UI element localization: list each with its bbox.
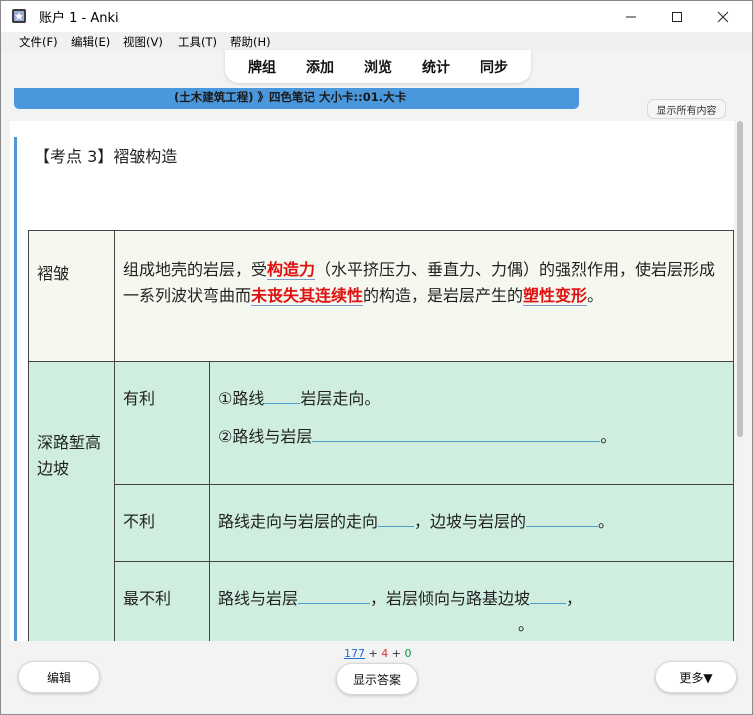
row-label-unfavorable: 不利 [114,484,210,562]
cloze-blank [312,424,601,442]
show-answer-button[interactable]: 显示答案 [336,663,418,695]
menu-view[interactable]: 视图(V) [123,34,163,50]
due-counts: 177 + 4 + 0 [344,647,412,660]
anki-app-icon [12,9,26,23]
table-row: 不利 路线走向与岩层的走向 ，边坡与岩层的。 [29,484,734,562]
more-button[interactable]: 更多▼ [655,661,737,693]
unfavorable-content: 路线走向与岩层的走向 ，边坡与岩层的。 [209,484,734,562]
knowledge-table: 褶皱 组成地壳的岩层，受构造力（水平挤压力、垂直力、力偶）的强烈作用，使岩层形成… [28,230,734,641]
toolbar-browse[interactable]: 浏览 [364,57,392,77]
toolbar-stats[interactable]: 统计 [422,57,450,77]
minimize-icon [626,16,636,17]
deck-path: (土木建筑工程) 》四色笔记 大小卡::01.大卡 [174,90,407,104]
vertical-scrollbar[interactable] [736,121,744,641]
edit-button[interactable]: 编辑 [18,661,100,693]
window-title: 账户 1 - Anki [39,11,119,26]
minimize-button[interactable] [608,1,654,32]
cloze-blank [264,386,301,404]
cloze-blank [378,509,415,527]
deck-path-bar: (土木建筑工程) 》四色笔记 大小卡::01.大卡 [14,88,579,109]
menu-edit[interactable]: 编辑(E) [71,34,110,50]
maximize-icon [672,11,682,22]
card-accent-bar [14,137,17,641]
learn-count: 4 [381,647,389,660]
show-all-button[interactable]: 显示所有内容 [647,99,726,119]
card-content: 【考点 3】褶皱构造 褶皱 组成地壳的岩层，受构造力（水平挤压力、垂直力、力偶）… [10,121,734,641]
row-label-fold: 褶皱 [28,230,115,362]
toolbar-add[interactable]: 添加 [306,57,334,77]
close-icon [717,11,729,22]
worst-content: 路线与岩层 ，岩层倾向与路基边坡，。 [209,561,734,641]
anki-window: 账户 1 - Anki 文件(F) 编辑(E) 视图(V) 工具(T) 帮助(H… [0,0,753,715]
keyword-continuity: 未丧失其连续性 [251,286,364,306]
keyword-tectonic-force: 构造力 [267,260,316,280]
maximize-button[interactable] [654,1,700,32]
menu-bar: 文件(F) 编辑(E) 视图(V) 工具(T) 帮助(H) [1,32,752,52]
menu-file[interactable]: 文件(F) [19,34,58,50]
cloze-blank [530,586,567,604]
cloze-blank [526,509,599,527]
row-label-favorable: 有利 [114,361,210,485]
close-button[interactable] [700,1,746,32]
bottom-bar: 177 + 4 + 0 编辑 显示答案 更多▼ [1,641,752,714]
menu-help[interactable]: 帮助(H) [230,34,271,50]
cloze-blank [298,586,371,604]
table-row: 最不利 路线与岩层 ，岩层倾向与路基边坡，。 [29,561,734,641]
table-row: 褶皱 组成地壳的岩层，受构造力（水平挤压力、垂直力、力偶）的强烈作用，使岩层形成… [28,230,734,362]
group-label: 深路堑高边坡 [28,361,115,641]
new-count[interactable]: 177 [344,647,365,660]
main-toolbar: 牌组 添加 浏览 统计 同步 [225,50,531,83]
menu-tools[interactable]: 工具(T) [178,34,217,50]
toolbar-sync[interactable]: 同步 [480,57,508,77]
toolbar-decks[interactable]: 牌组 [248,57,276,77]
card-title: 【考点 3】褶皱构造 [34,147,178,166]
keyword-plastic-deformation: 塑性变形 [523,286,588,306]
cloze-blank [218,612,518,630]
favorable-content: ①路线 岩层走向。 ②路线与岩层。 [209,361,734,485]
table-row: 深路堑高边坡 有利 ①路线 岩层走向。 ②路线与岩层。 [28,361,734,641]
fold-definition: 组成地壳的岩层，受构造力（水平挤压力、垂直力、力偶）的强烈作用，使岩层形成一系列… [114,230,734,362]
title-bar: 账户 1 - Anki [1,1,752,32]
row-label-worst: 最不利 [114,561,210,641]
review-count: 0 [404,647,412,660]
scrollbar-thumb[interactable] [737,121,743,437]
